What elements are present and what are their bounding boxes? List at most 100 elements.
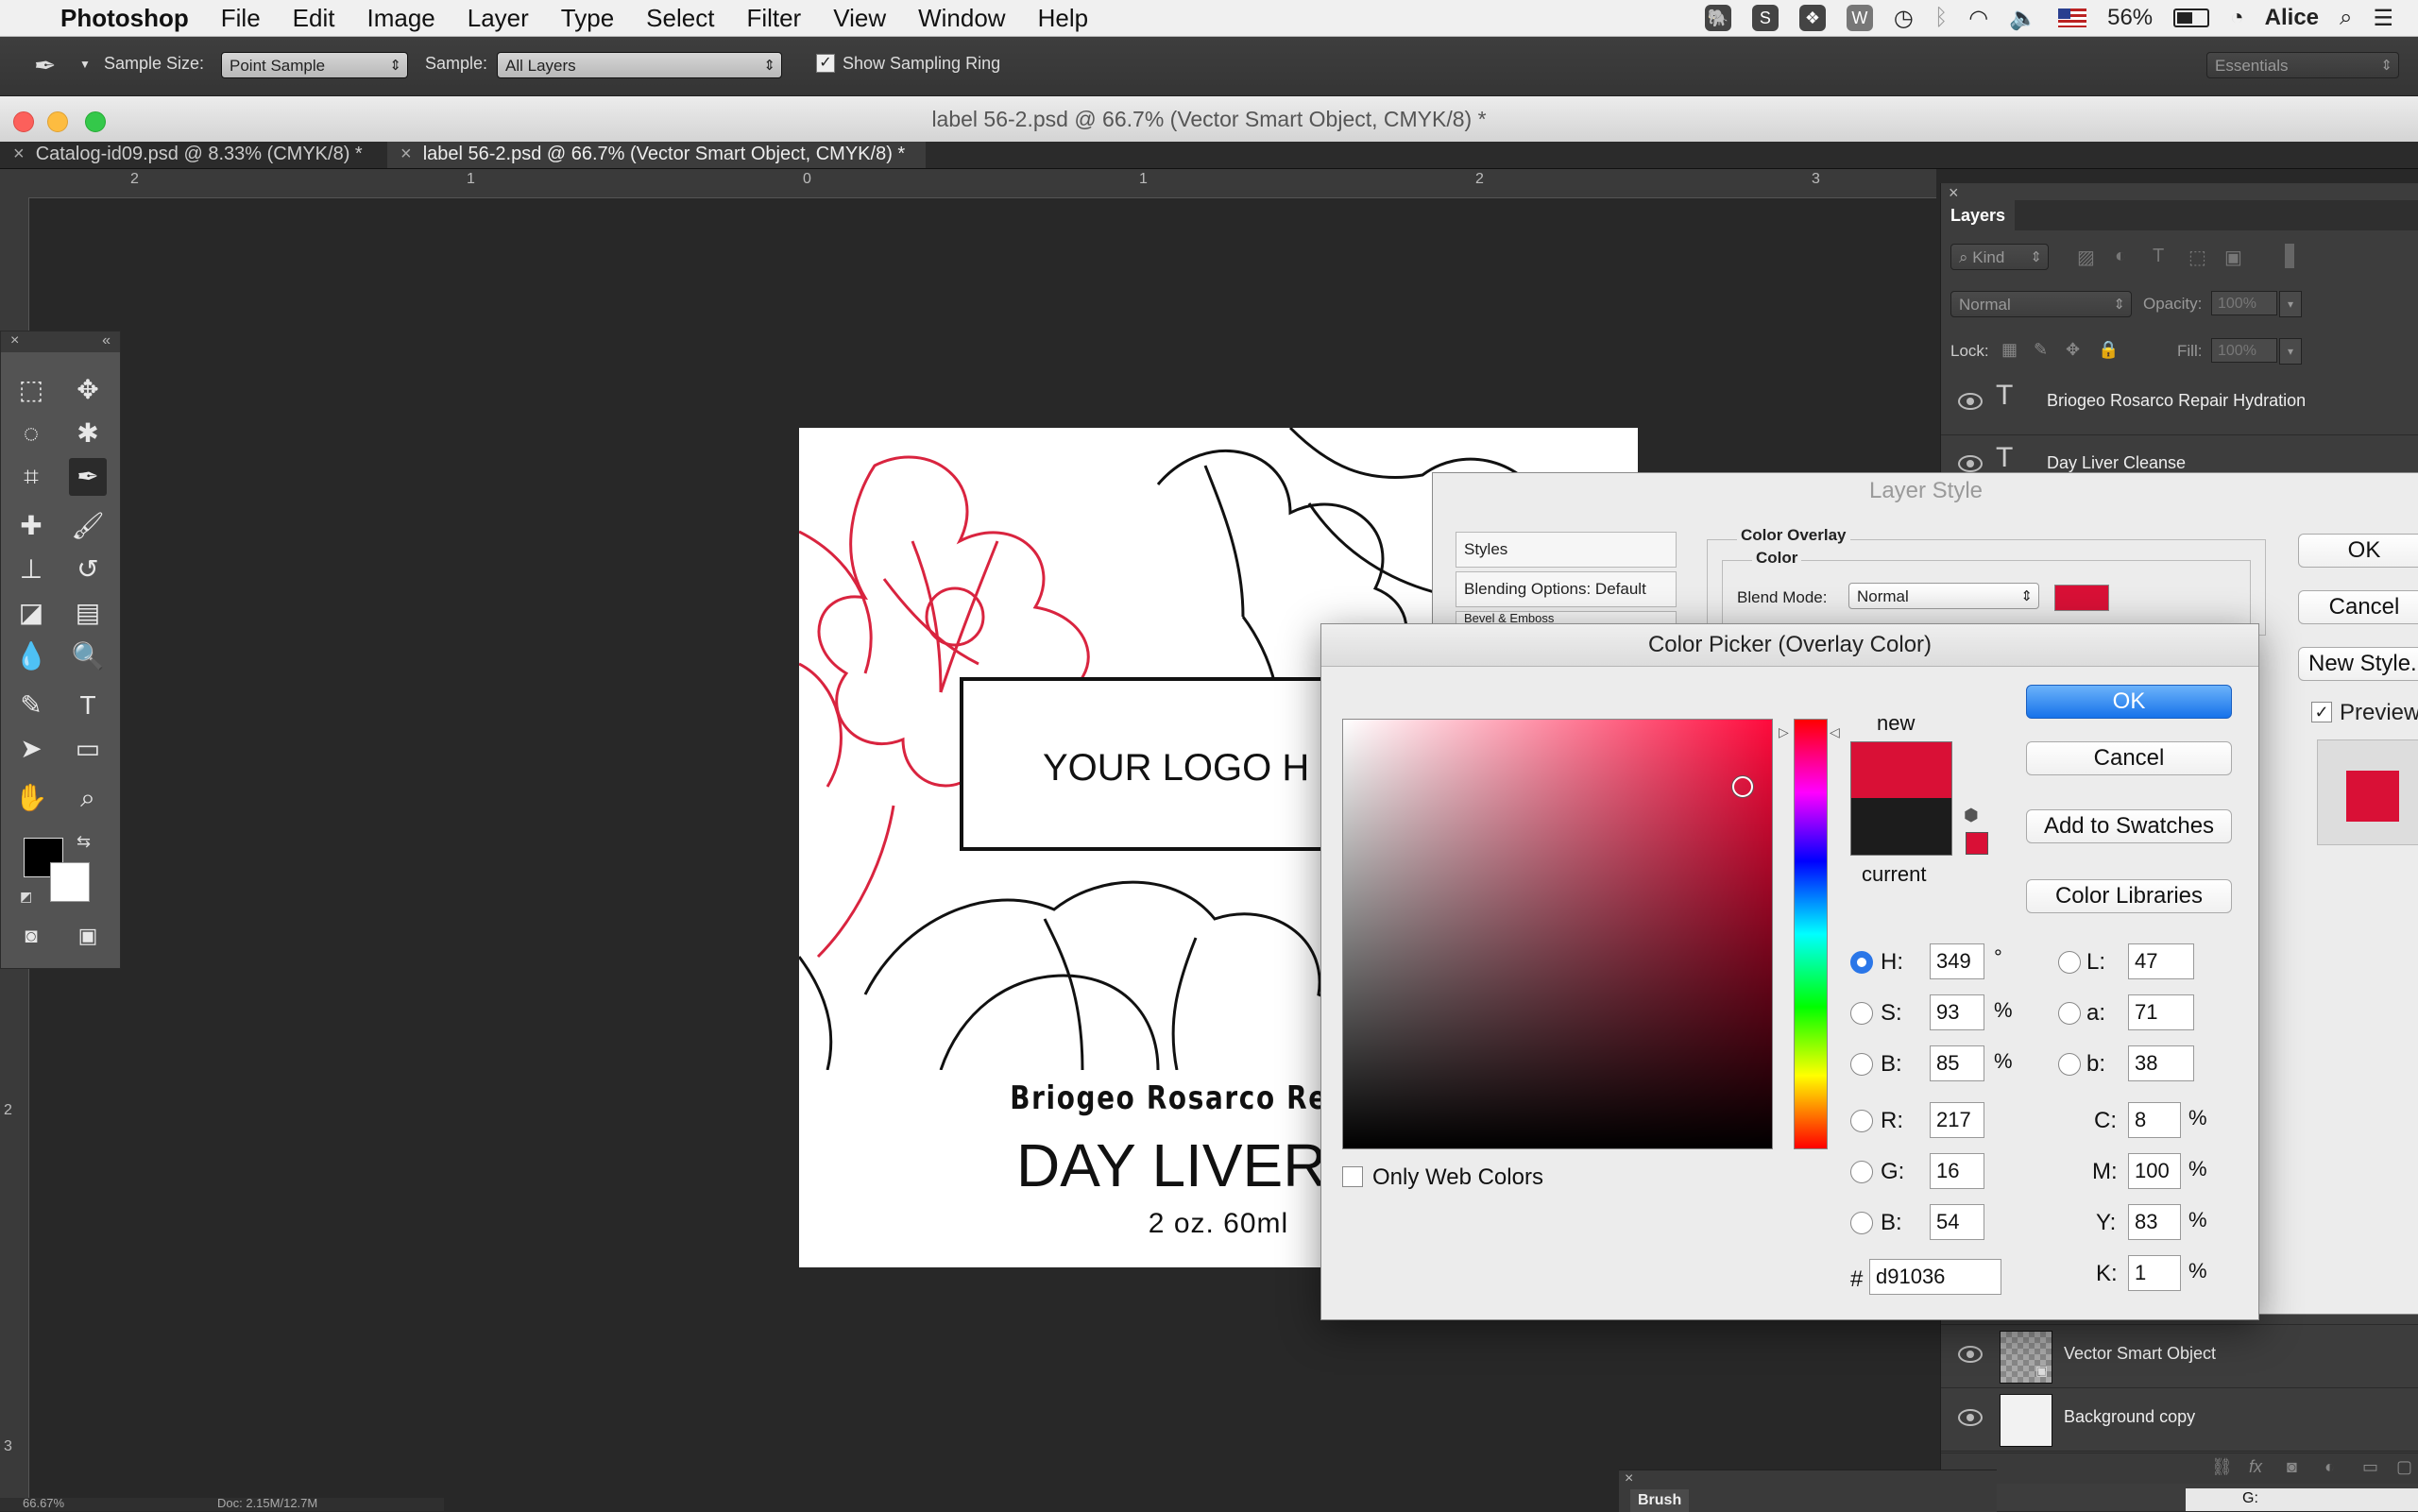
swap-colors-icon[interactable]: ⇆ — [77, 832, 91, 852]
lock-pixels-icon[interactable]: ✎ — [2034, 340, 2048, 360]
battery-icon[interactable] — [2173, 8, 2210, 27]
quick-mask-icon[interactable]: ◙ — [12, 917, 50, 955]
filter-smart-object-icon[interactable]: ▣ — [2224, 246, 2242, 269]
add-layer-style-icon[interactable]: fx — [2249, 1457, 2262, 1477]
brightness-radio[interactable] — [1850, 1053, 1873, 1076]
lab-a-field[interactable]: 71 — [2128, 994, 2194, 1030]
lock-transparency-icon[interactable]: ▦ — [2001, 340, 2018, 360]
sample-size-select[interactable]: Point Sample — [221, 52, 408, 79]
horizontal-ruler[interactable]: 2 1 0 1 2 3 — [0, 169, 1936, 198]
dropbox-icon[interactable]: ❖ — [1798, 5, 1826, 31]
lab-a-radio[interactable] — [2058, 1002, 2081, 1025]
green-radio[interactable] — [1850, 1161, 1873, 1183]
red-radio[interactable] — [1850, 1110, 1873, 1132]
new-style-button[interactable]: New Style... — [2298, 647, 2418, 681]
gradient-tool-icon[interactable]: ▤ — [69, 594, 107, 632]
lab-b-radio[interactable] — [2058, 1053, 2081, 1076]
battery-percent[interactable]: 56% — [2107, 5, 2153, 31]
close-window-button[interactable] — [13, 111, 34, 132]
lab-l-radio[interactable] — [2058, 951, 2081, 974]
minimize-window-button[interactable] — [47, 111, 68, 132]
saturation-radio[interactable] — [1850, 1002, 1873, 1025]
lab-l-field[interactable]: 47 — [2128, 943, 2194, 979]
cyan-field[interactable]: 8 — [2128, 1102, 2181, 1138]
dodge-tool-icon[interactable]: 🔍 — [69, 637, 107, 675]
path-selection-tool-icon[interactable]: ➤ — [12, 730, 50, 768]
wifi-icon[interactable]: ◠ — [1968, 5, 1988, 32]
hand-tool-icon[interactable]: ✋ — [12, 779, 50, 817]
brightness-field[interactable]: 85 — [1930, 1045, 1984, 1081]
user-name[interactable]: Alice — [2265, 5, 2319, 31]
background-color-swatch[interactable] — [50, 862, 90, 902]
menu-window[interactable]: Window — [918, 4, 1005, 33]
hue-slider-left-arrow-icon[interactable]: ▷ — [1779, 724, 1789, 740]
input-source-flag-icon[interactable] — [2058, 8, 2087, 27]
lock-all-icon[interactable]: 🔒 — [2098, 340, 2119, 360]
menu-file[interactable]: File — [221, 4, 261, 33]
overlay-color-swatch[interactable] — [2054, 585, 2109, 611]
menu-edit[interactable]: Edit — [293, 4, 335, 33]
zoom-level[interactable]: 66.67% — [23, 1498, 64, 1510]
blending-options-item[interactable]: Blending Options: Default — [1456, 571, 1677, 607]
add-to-swatches-button[interactable]: Add to Swatches — [2026, 809, 2232, 843]
out-of-gamut-cube-icon[interactable]: ⬢ — [1964, 806, 1979, 825]
black-field[interactable]: 1 — [2128, 1255, 2181, 1291]
filter-pixel-icon[interactable]: ▨ — [2077, 246, 2095, 269]
filter-kind-select[interactable]: ⌕ Kind — [1950, 244, 2049, 271]
eyedropper-tool-preset-icon[interactable]: ✒ — [34, 50, 56, 81]
tab-label-56-2[interactable]: × label 56-2.psd @ 66.7% (Vector Smart Ob… — [387, 142, 926, 168]
marquee-tool-icon[interactable]: ⬚ — [12, 371, 50, 409]
blur-tool-icon[interactable]: 💧 — [12, 637, 50, 675]
menu-image[interactable]: Image — [366, 4, 434, 33]
new-layer-icon[interactable]: ▢ — [2396, 1457, 2412, 1477]
fill-slider-arrow-icon[interactable]: ▾ — [2279, 338, 2302, 365]
evernote-icon[interactable]: 🐘 — [1704, 5, 1731, 31]
wd-icon[interactable]: W — [1846, 5, 1873, 31]
yellow-field[interactable]: 83 — [2128, 1204, 2181, 1240]
link-layers-icon[interactable]: ⛓ — [2211, 1457, 2233, 1477]
blend-mode-select[interactable]: Normal — [1950, 291, 2132, 318]
visibility-eye-icon[interactable] — [1958, 393, 1983, 410]
eraser-tool-icon[interactable]: ◪ — [12, 594, 50, 632]
menu-type[interactable]: Type — [561, 4, 614, 33]
lab-b-field[interactable]: 38 — [2128, 1045, 2194, 1081]
blue-radio[interactable] — [1850, 1212, 1873, 1234]
filter-shape-icon[interactable]: ⬚ — [2188, 246, 2206, 269]
saturation-brightness-field[interactable] — [1342, 719, 1773, 1149]
menu-filter[interactable]: Filter — [746, 4, 801, 33]
green-field[interactable]: 16 — [1930, 1153, 1984, 1189]
hue-slider-right-arrow-icon[interactable]: ◁ — [1830, 724, 1840, 740]
menu-help[interactable]: Help — [1038, 4, 1088, 33]
fill-field[interactable]: 100% — [2211, 338, 2277, 363]
magenta-field[interactable]: 100 — [2128, 1153, 2181, 1189]
hue-radio[interactable] — [1850, 951, 1873, 974]
add-mask-icon[interactable]: ◙ — [2287, 1457, 2297, 1477]
zoom-tool-icon[interactable]: ⌕ — [69, 779, 107, 817]
volume-icon[interactable]: 🔈 — [2009, 5, 2037, 32]
brush-tool-icon[interactable]: 🖌 — [69, 507, 107, 545]
menu-view[interactable]: View — [833, 4, 886, 33]
new-adjustment-layer-icon[interactable]: ◐ — [2324, 1457, 2335, 1477]
hue-field[interactable]: 349 — [1930, 943, 1984, 979]
clone-stamp-tool-icon[interactable]: ⊥ — [12, 551, 50, 588]
tab-catalog[interactable]: × Catalog-id09.psd @ 8.33% (CMYK/8) * — [0, 142, 387, 168]
notification-center-icon[interactable]: ☰ — [2373, 5, 2393, 32]
overlay-blend-mode-select[interactable]: Normal — [1848, 583, 2039, 610]
filter-type-icon[interactable]: T — [2153, 246, 2164, 267]
layer-row[interactable]: ▣ Vector Smart Object — [1941, 1324, 2418, 1388]
default-colors-icon[interactable]: ◩ — [20, 889, 32, 905]
layer-style-ok-button[interactable]: OK — [2298, 534, 2418, 568]
collapse-panel-icon[interactable]: « — [102, 331, 111, 350]
styles-list-item[interactable]: Styles — [1456, 532, 1677, 568]
only-web-colors-checkbox[interactable] — [1342, 1166, 1363, 1187]
tools-panel-header[interactable]: × « — [1, 331, 120, 352]
skype-icon[interactable]: S — [1751, 5, 1779, 31]
rectangle-tool-icon[interactable]: ▭ — [69, 730, 107, 768]
close-tab-icon[interactable]: × — [400, 144, 412, 164]
new-group-icon[interactable]: ▭ — [2362, 1457, 2378, 1477]
visibility-eye-icon[interactable] — [1958, 1409, 1983, 1426]
screen-mode-icon[interactable]: ▣ — [69, 917, 107, 955]
visibility-eye-icon[interactable] — [1958, 455, 1983, 472]
current-color-swatch[interactable] — [1850, 798, 1952, 856]
history-brush-tool-icon[interactable]: ↺ — [69, 551, 107, 588]
